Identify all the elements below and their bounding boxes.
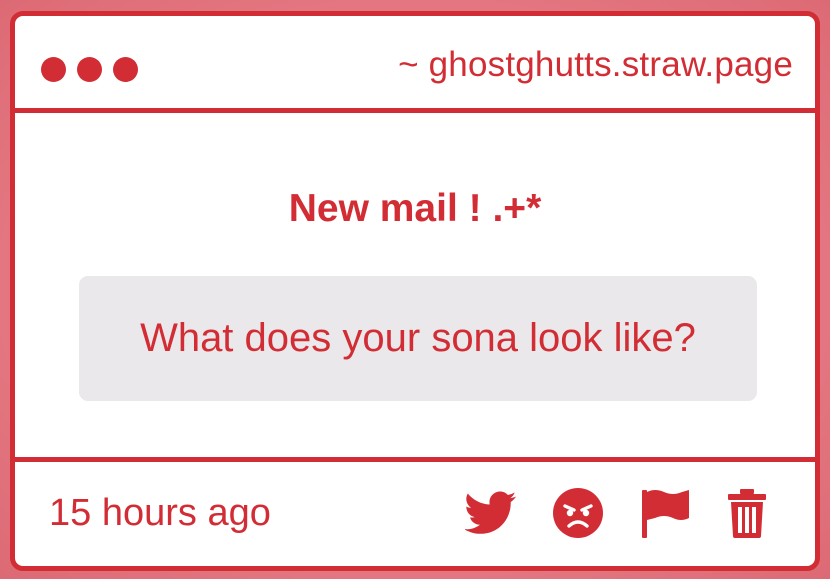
mail-card: ~ ghostghutts.straw.page New mail ! .+* … — [10, 11, 820, 571]
trash-icon — [728, 489, 766, 538]
page-url: ~ ghostghutts.straw.page — [398, 45, 793, 84]
message-footer: 15 hours ago — [15, 457, 815, 566]
window-dot-3[interactable] — [113, 57, 138, 82]
window-dot-2[interactable] — [77, 57, 102, 82]
window-titlebar: ~ ghostghutts.straw.page — [15, 16, 815, 113]
share-twitter-button[interactable] — [463, 487, 519, 539]
message-heading: New mail ! .+* — [288, 187, 542, 230]
block-sender-button[interactable] — [550, 487, 606, 539]
window-dot-1[interactable] — [41, 57, 66, 82]
question-box: What does your sona look like? — [79, 276, 757, 401]
flag-icon — [642, 490, 689, 538]
report-button[interactable] — [637, 487, 693, 539]
delete-button[interactable] — [719, 487, 775, 539]
message-body: New mail ! .+* What does your sona look … — [15, 113, 815, 457]
timestamp: 15 hours ago — [49, 492, 271, 534]
twitter-icon — [465, 491, 517, 534]
window-controls — [41, 57, 138, 82]
angry-face-icon — [553, 488, 603, 538]
question-text: What does your sona look like? — [140, 316, 696, 360]
